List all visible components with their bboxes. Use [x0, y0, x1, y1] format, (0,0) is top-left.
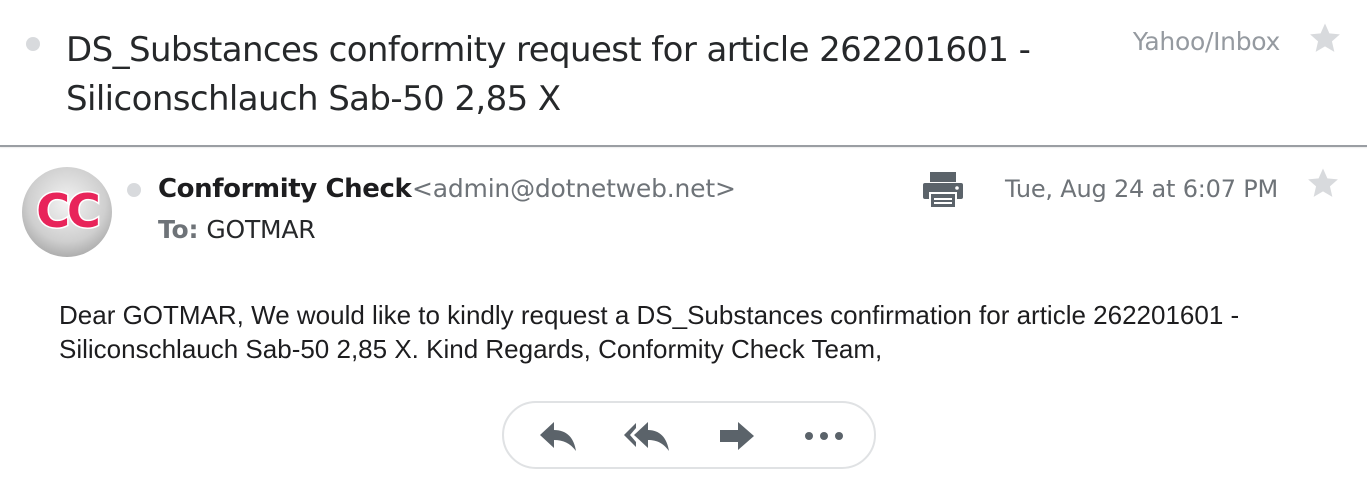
message-body: Dear GOTMAR, We would like to kindly req… — [59, 300, 1240, 364]
forward-icon[interactable] — [709, 415, 765, 457]
star-icon[interactable] — [1306, 166, 1340, 200]
subject-header: DS_Substances conformity request for art… — [0, 0, 1367, 147]
to-label: To: — [158, 215, 199, 244]
message-date: Tue, Aug 24 at 6:07 PM — [1005, 175, 1278, 203]
sender-email: <admin@dotnetweb.net> — [412, 174, 736, 203]
email-view: DS_Substances conformity request for art… — [0, 0, 1367, 482]
recipient-name[interactable]: GOTMAR — [206, 215, 315, 244]
recipient-line: To: GOTMAR — [158, 211, 316, 249]
more-dots-icon[interactable] — [796, 415, 852, 457]
read-status-dot-icon[interactable] — [127, 183, 141, 197]
folder-label[interactable]: Yahoo/Inbox — [1100, 24, 1280, 60]
message-actions — [502, 401, 876, 469]
reply-icon[interactable] — [530, 415, 586, 457]
avatar-initials: CC — [36, 184, 98, 238]
sender-name[interactable]: Conformity Check — [158, 170, 412, 208]
email-subject: DS_Substances conformity request for art… — [66, 30, 1031, 119]
star-icon[interactable] — [1308, 21, 1342, 55]
reply-all-icon[interactable] — [619, 415, 675, 457]
avatar: CC — [22, 167, 112, 257]
unread-dot-icon[interactable] — [26, 37, 40, 51]
